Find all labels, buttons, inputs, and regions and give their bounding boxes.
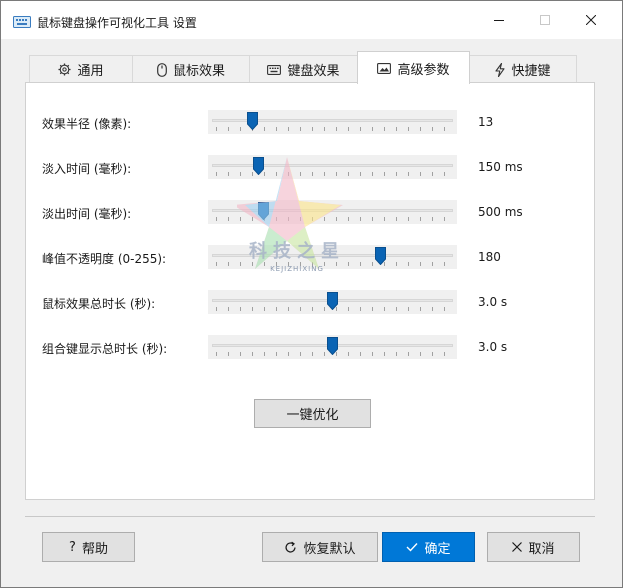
fade-in-label: 淡入时间 (毫秒): — [42, 162, 132, 176]
title-bar: 鼠标键盘操作可视化工具 设置 — [1, 1, 622, 39]
maximize-button[interactable] — [522, 1, 568, 39]
restore-button-label: 恢复默认 — [303, 541, 356, 557]
tab-mouse-effects[interactable]: 鼠标效果 — [132, 55, 250, 83]
tab-shortcuts[interactable]: 快捷键 — [469, 55, 577, 83]
mouse-duration-label: 鼠标效果总时长 (秒): — [42, 297, 156, 311]
close-button[interactable] — [568, 1, 614, 39]
tab-label: 键盘效果 — [287, 64, 340, 79]
cancel-button[interactable]: 取消 — [487, 532, 580, 562]
combo-duration-label: 组合键显示总时长 (秒): — [42, 342, 168, 356]
tab-keyboard-effects[interactable]: 键盘效果 — [249, 55, 358, 83]
gear-icon — [58, 63, 72, 76]
slider-ticks — [216, 172, 449, 176]
fade-in-slider[interactable] — [208, 155, 457, 179]
minimize-icon — [494, 20, 504, 21]
slider-thumb[interactable] — [247, 112, 258, 130]
combo-duration-slider[interactable] — [208, 335, 457, 359]
slider-groove — [212, 164, 453, 167]
peak-opacity-value: 180 — [478, 250, 501, 264]
combo-duration-value: 3.0 s — [478, 340, 508, 354]
mouse-icon — [157, 62, 167, 77]
image-icon — [377, 62, 392, 74]
radius-value: 13 — [478, 115, 494, 129]
restore-defaults-button[interactable]: 恢复默认 — [262, 532, 378, 562]
tab-bar: 通用 鼠标效果 键盘效果 高级参数 快捷键 — [25, 51, 595, 84]
fade-out-slider[interactable] — [208, 200, 457, 224]
slider-ticks — [216, 217, 449, 221]
tab-advanced-params[interactable]: 高级参数 — [357, 51, 470, 84]
tab-label: 高级参数 — [397, 62, 450, 78]
footer-separator — [25, 516, 595, 517]
slider-thumb[interactable] — [253, 157, 264, 175]
peak-opacity-label: 峰值不透明度 (0-255): — [42, 252, 167, 266]
tab-label: 快捷键 — [511, 64, 551, 79]
radius-label: 效果半径 (像素): — [42, 117, 132, 131]
slider-thumb[interactable] — [327, 292, 338, 310]
keyboard-icon — [267, 64, 282, 75]
ok-button-label: 确定 — [424, 541, 451, 557]
window-title: 鼠标键盘操作可视化工具 设置 — [37, 16, 197, 30]
question-icon: ? — [69, 539, 76, 555]
help-button[interactable]: ? 帮助 — [42, 532, 135, 562]
tab-label: 通用 — [77, 64, 104, 79]
fade-out-label: 淡出时间 (毫秒): — [42, 207, 132, 221]
optimize-button-label: 一键优化 — [286, 408, 339, 423]
mouse-duration-value: 3.0 s — [478, 295, 508, 309]
ok-button[interactable]: 确定 — [382, 532, 475, 562]
close-icon — [586, 15, 596, 25]
radius-slider[interactable] — [208, 110, 457, 134]
lightning-icon — [495, 62, 506, 77]
watermark-subtext: KEJIZHIXING — [270, 265, 324, 273]
slider-thumb[interactable] — [258, 202, 269, 220]
fade-in-value: 150 ms — [478, 160, 523, 174]
maximize-icon — [540, 15, 550, 25]
help-button-label: 帮助 — [81, 541, 108, 557]
checkmark-icon — [406, 543, 418, 552]
slider-groove — [212, 209, 453, 212]
refresh-icon — [285, 541, 297, 553]
fade-out-value: 500 ms — [478, 205, 523, 219]
slider-thumb[interactable] — [375, 247, 386, 265]
cancel-button-label: 取消 — [528, 541, 555, 557]
close-icon — [512, 542, 523, 552]
one-click-optimize-button[interactable]: 一键优化 — [254, 399, 371, 428]
tab-label: 鼠标效果 — [172, 64, 225, 79]
settings-window: 鼠标键盘操作可视化工具 设置 通用 鼠标效果 键盘效果 高级参数 快捷键 效果半… — [0, 0, 623, 588]
mouse-duration-slider[interactable] — [208, 290, 457, 314]
app-icon — [13, 16, 31, 28]
slider-thumb[interactable] — [327, 337, 338, 355]
advanced-params-panel: 效果半径 (像素): 13 淡入时间 (毫秒): 150 ms 淡出时间 (毫秒… — [25, 82, 595, 500]
tab-general[interactable]: 通用 — [29, 55, 133, 83]
minimize-button[interactable] — [476, 1, 522, 39]
watermark-text: 科技之星 — [249, 241, 345, 262]
